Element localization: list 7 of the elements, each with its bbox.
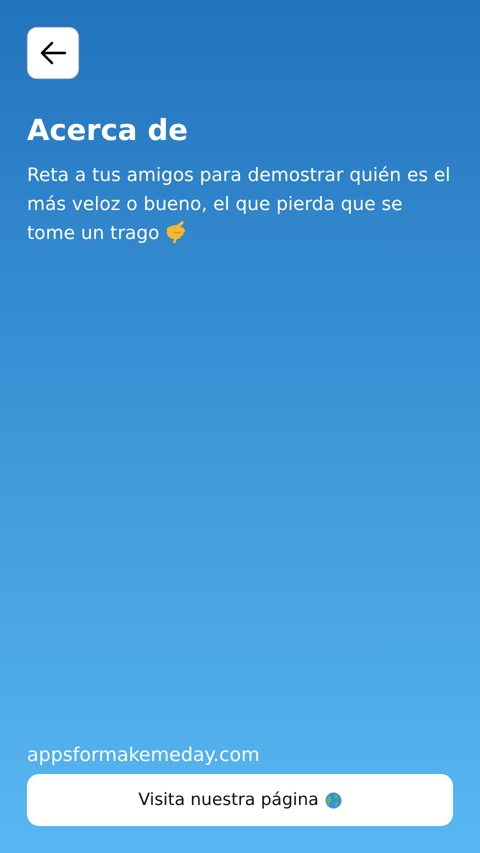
back-arrow-icon bbox=[39, 41, 67, 65]
visit-button[interactable]: Visita nuestra página bbox=[27, 774, 453, 826]
globe-icon bbox=[324, 792, 342, 808]
hand-icon bbox=[165, 219, 188, 243]
page-title: Acerca de bbox=[27, 113, 189, 147]
back-button[interactable] bbox=[27, 27, 79, 79]
description-text: Reta a tus amigos para demostrar quién es el más veloz o bueno, el que pierda que se tome un trago bbox=[27, 164, 452, 246]
